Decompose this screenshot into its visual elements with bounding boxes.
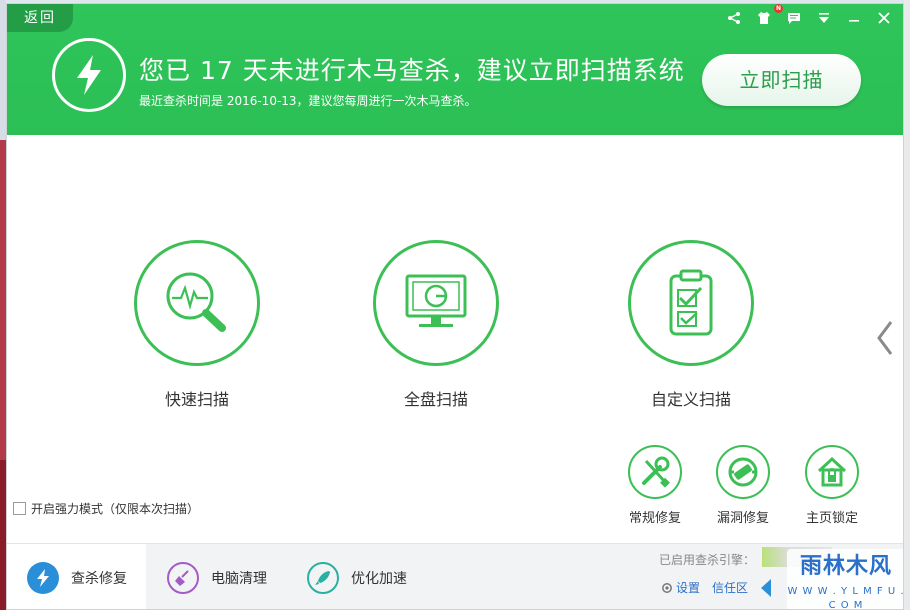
chevron-right-icon[interactable] — [875, 320, 895, 356]
tools-icon — [628, 445, 682, 499]
nav-pc-cleanup[interactable]: 电脑清理 — [147, 544, 286, 609]
menu-down-icon — [819, 13, 829, 23]
feedback-button[interactable] — [779, 7, 809, 29]
full-scan-option[interactable]: 全盘扫描 — [346, 240, 526, 410]
message-icon — [788, 13, 800, 24]
clipboard-check-icon — [628, 240, 754, 366]
share-button[interactable] — [719, 7, 749, 29]
watermark-logo: 雨林木风 W W W . Y L M F U . C O M — [787, 549, 904, 610]
page-title: 您已 17 天未进行木马查杀，建议立即扫描系统 — [139, 56, 685, 85]
share-icon — [728, 12, 740, 24]
magnifier-pulse-icon — [134, 240, 260, 366]
nav-optimize-label: 优化加速 — [351, 571, 407, 587]
nav-optimize[interactable]: 优化加速 — [287, 544, 426, 609]
quick-scan-label: 快速扫描 — [164, 390, 229, 409]
home-lock-icon — [805, 445, 859, 499]
strong-mode-toggle[interactable]: 开启强力模式（仅限本次扫描） — [13, 500, 199, 517]
patch-icon — [716, 445, 770, 499]
custom-scan-option[interactable]: 自定义扫描 — [601, 240, 781, 410]
notification-badge: N — [774, 4, 783, 13]
bottom-links: 设置 信任区 — [661, 579, 748, 596]
shirt-icon — [758, 12, 770, 24]
watermark-title: 雨林木风 — [799, 554, 892, 579]
antivirus-window: 返回 N 您已 17 天未进行木马查杀，建议立即扫描系统 最近查杀时间是 201… — [6, 3, 904, 610]
trust-zone-link[interactable]: 信任区 — [712, 579, 748, 596]
custom-scan-label: 自定义扫描 — [650, 390, 731, 409]
lightning-icon — [27, 562, 59, 594]
settings-link[interactable]: 设置 — [661, 579, 700, 596]
gear-icon — [662, 582, 672, 593]
minimize-icon — [849, 20, 859, 22]
menu-button[interactable] — [809, 7, 839, 29]
close-icon — [878, 12, 890, 24]
vulnerability-repair-tool[interactable]: 漏洞修复 — [708, 445, 778, 526]
last-scan-info: 最近查杀时间是 2016-10-13，建议您每周进行一次木马查杀。 — [139, 94, 477, 108]
scan-now-button[interactable]: 立即扫描 — [702, 54, 861, 106]
desktop-background-right — [904, 0, 910, 610]
routine-repair-tool[interactable]: 常规修复 — [620, 445, 690, 526]
expand-arrow-icon[interactable] — [759, 577, 773, 599]
routine-repair-label: 常规修复 — [628, 511, 681, 526]
quick-scan-option[interactable]: 快速扫描 — [107, 240, 287, 410]
close-button[interactable] — [869, 7, 899, 29]
lightning-shield-icon — [52, 38, 126, 112]
rocket-icon — [307, 562, 339, 594]
bottom-navigation: 查杀修复 电脑清理 优化加速 已启用查杀引擎： 设置 信任区 雨林木风 W W … — [7, 543, 904, 610]
full-scan-label: 全盘扫描 — [403, 390, 468, 409]
homepage-lock-tool[interactable]: 主页锁定 — [797, 445, 867, 526]
nav-virus-scan[interactable]: 查杀修复 — [7, 544, 146, 609]
broom-icon — [167, 562, 199, 594]
engine-status-label: 已启用查杀引擎： — [659, 553, 756, 567]
nav-virus-scan-label: 查杀修复 — [71, 571, 127, 587]
settings-link-label: 设置 — [676, 581, 701, 595]
strong-mode-label: 开启强力模式（仅限本次扫描） — [31, 502, 200, 516]
vulnerability-repair-label: 漏洞修复 — [716, 511, 769, 526]
homepage-lock-label: 主页锁定 — [805, 511, 858, 526]
title-toolbar: N — [719, 4, 899, 29]
skin-button[interactable]: N — [749, 4, 783, 29]
trust-zone-label: 信任区 — [712, 581, 749, 595]
header-banner: 返回 N 您已 17 天未进行木马查杀，建议立即扫描系统 最近查杀时间是 201… — [7, 4, 903, 135]
nav-pc-cleanup-label: 电脑清理 — [211, 571, 267, 587]
back-button[interactable]: 返回 — [7, 4, 73, 32]
strong-mode-checkbox[interactable] — [13, 502, 26, 515]
watermark-url: W W W . Y L M F U . C O M — [787, 586, 904, 610]
minimize-button[interactable] — [839, 7, 869, 29]
monitor-chart-icon — [373, 240, 499, 366]
